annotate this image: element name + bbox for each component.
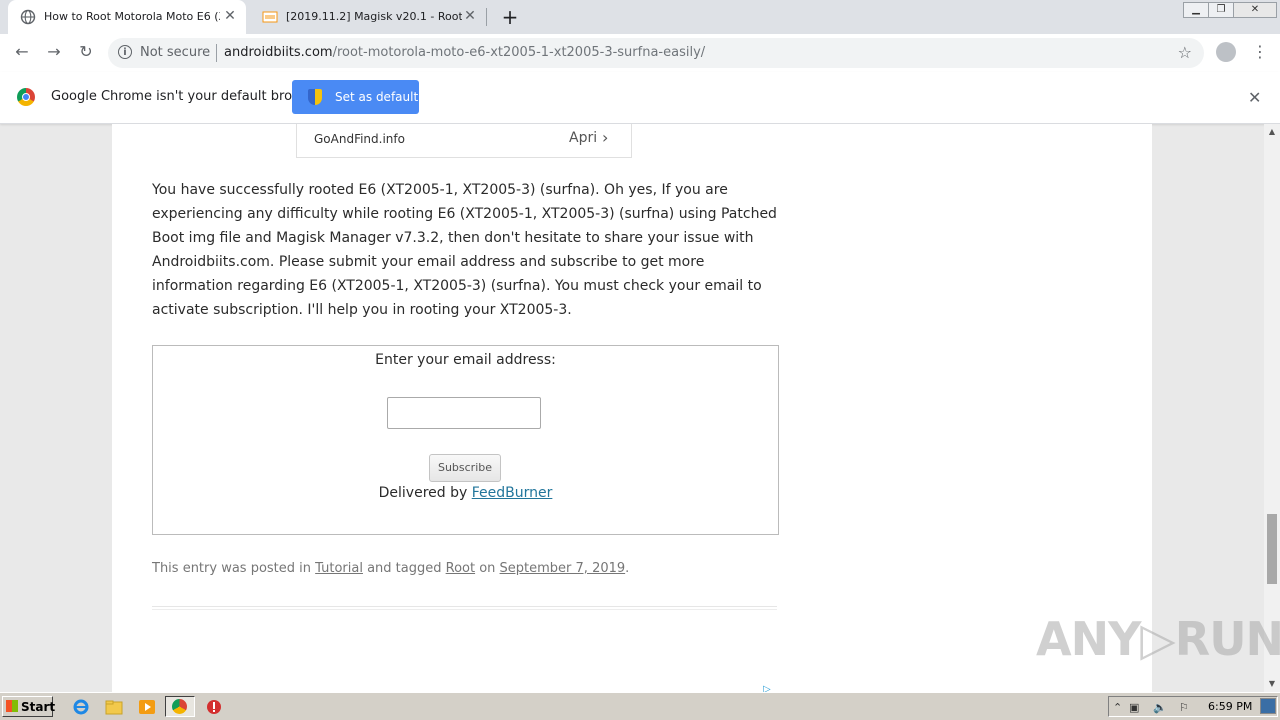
anyrun-watermark: ANY▷RUN bbox=[1036, 612, 1280, 666]
delivered-prefix: Delivered by bbox=[378, 485, 472, 501]
ad-open-label[interactable]: Apri bbox=[569, 130, 597, 146]
meta-text: and tagged bbox=[362, 561, 446, 576]
page-content: GoAndFind.info Apri › You have successfu… bbox=[112, 124, 1152, 695]
url-separator bbox=[216, 44, 217, 62]
windows-logo-icon bbox=[6, 700, 18, 712]
meta-text: This entry was posted in bbox=[152, 561, 316, 576]
tab-active[interactable]: How to Root Motorola Moto E6 (XT2005-1, … bbox=[8, 0, 246, 34]
date-link[interactable]: September 7, 2019 bbox=[500, 561, 626, 576]
tab-title: [2019.11.2] Magisk v20.1 - Root & Univer… bbox=[286, 10, 462, 23]
divider bbox=[152, 606, 777, 607]
url-path: /root-motorola-moto-e6-xt2005-1-xt2005-3… bbox=[332, 45, 706, 60]
media-player-icon[interactable] bbox=[138, 698, 156, 716]
tag-link[interactable]: Root bbox=[446, 561, 475, 576]
system-tray: ⌃ ▣ 🔈 ⚐ 6:59 PM bbox=[1108, 696, 1278, 717]
chrome-icon bbox=[172, 699, 187, 714]
url-host: androidbiits.com bbox=[224, 45, 333, 60]
tab-strip: How to Root Motorola Moto E6 (XT2005-1, … bbox=[0, 0, 1280, 34]
clock[interactable]: 6:59 PM bbox=[1208, 700, 1252, 713]
scroll-up-icon[interactable]: ▲ bbox=[1264, 124, 1280, 140]
chrome-logo-icon bbox=[17, 88, 35, 106]
scroll-thumb[interactable] bbox=[1267, 514, 1277, 584]
email-input[interactable] bbox=[387, 397, 541, 429]
divider bbox=[152, 609, 777, 610]
email-label: Enter your email address: bbox=[375, 352, 556, 368]
category-link[interactable]: Tutorial bbox=[315, 561, 363, 576]
forward-icon[interactable]: → bbox=[43, 42, 65, 61]
entry-meta: This entry was posted in Tutorial and ta… bbox=[152, 561, 629, 576]
new-tab-button[interactable]: + bbox=[500, 5, 520, 29]
globe-icon bbox=[20, 9, 36, 25]
url-text[interactable]: androidbiits.com/root-motorola-moto-e6-x… bbox=[224, 45, 705, 60]
tab-inactive[interactable]: [2019.11.2] Magisk v20.1 - Root & Univer… bbox=[250, 0, 486, 34]
tab-close-icon[interactable]: ✕ bbox=[222, 8, 238, 24]
window-close-button[interactable]: ✕ bbox=[1233, 2, 1277, 18]
subscribe-form: Enter your email address: Subscribe Deli… bbox=[152, 345, 779, 535]
tab-close-icon[interactable]: ✕ bbox=[462, 8, 478, 24]
minimize-button[interactable]: ▁ bbox=[1183, 2, 1209, 18]
ad-banner[interactable]: GoAndFind.info Apri › bbox=[296, 124, 632, 158]
start-label: Start bbox=[21, 700, 56, 714]
network-icon[interactable]: ▣ bbox=[1129, 701, 1139, 714]
set-as-default-label: Set as default bbox=[335, 90, 419, 104]
infobar-message: Google Chrome isn't your default browser bbox=[51, 89, 323, 104]
feedburner-link[interactable]: FeedBurner bbox=[472, 485, 553, 501]
tab-title: How to Root Motorola Moto E6 (XT2005-1, … bbox=[44, 10, 220, 23]
address-bar[interactable]: i Not secure androidbiits.com/root-motor… bbox=[108, 38, 1204, 68]
taskbar: Start ⌃ ▣ 🔈 ⚐ 6:59 PM bbox=[0, 692, 1280, 720]
default-browser-infobar: Google Chrome isn't your default browser… bbox=[0, 72, 1280, 124]
bookmark-star-icon[interactable]: ☆ bbox=[1178, 43, 1192, 62]
chevron-right-icon[interactable]: › bbox=[602, 128, 608, 147]
start-button[interactable]: Start bbox=[2, 696, 56, 717]
info-icon[interactable]: i bbox=[118, 45, 132, 59]
restore-button[interactable]: ❐ bbox=[1208, 2, 1234, 18]
menu-dots-icon[interactable]: ⋮ bbox=[1252, 42, 1268, 61]
browser-toolbar: ← → ↻ i Not secure androidbiits.com/root… bbox=[0, 34, 1280, 73]
tray-expand-icon[interactable]: ⌃ bbox=[1113, 701, 1122, 714]
ad-site-name: GoAndFind.info bbox=[314, 132, 405, 146]
folder-icon[interactable] bbox=[105, 698, 123, 716]
show-desktop-icon[interactable] bbox=[1260, 698, 1276, 714]
delivered-by-text: Delivered by FeedBurner bbox=[153, 485, 778, 501]
xda-favicon-icon bbox=[262, 9, 278, 25]
chrome-taskbar-button[interactable] bbox=[165, 696, 195, 717]
scroll-down-icon[interactable]: ▼ bbox=[1264, 676, 1280, 692]
security-label[interactable]: Not secure bbox=[140, 45, 210, 60]
subscribe-button[interactable]: Subscribe bbox=[429, 454, 501, 482]
reload-icon[interactable]: ↻ bbox=[75, 42, 97, 61]
profile-avatar-icon[interactable] bbox=[1216, 42, 1236, 62]
back-icon[interactable]: ← bbox=[11, 42, 33, 61]
tab-separator bbox=[486, 8, 487, 26]
shield-icon bbox=[308, 89, 322, 105]
article-paragraph: You have successfully rooted E6 (XT2005-… bbox=[152, 182, 777, 318]
infobar-close-icon[interactable]: ✕ bbox=[1248, 88, 1261, 107]
page-scrollbar[interactable]: ▲ ▼ bbox=[1264, 124, 1280, 692]
action-center-flag-icon[interactable]: ⚐ bbox=[1179, 701, 1189, 714]
internet-explorer-icon[interactable] bbox=[72, 698, 90, 716]
antivirus-icon[interactable] bbox=[205, 698, 223, 716]
volume-icon[interactable]: 🔈 bbox=[1153, 701, 1167, 714]
set-as-default-button[interactable]: Set as default bbox=[292, 80, 419, 114]
meta-text: . bbox=[625, 561, 630, 576]
meta-text: on bbox=[475, 561, 500, 576]
